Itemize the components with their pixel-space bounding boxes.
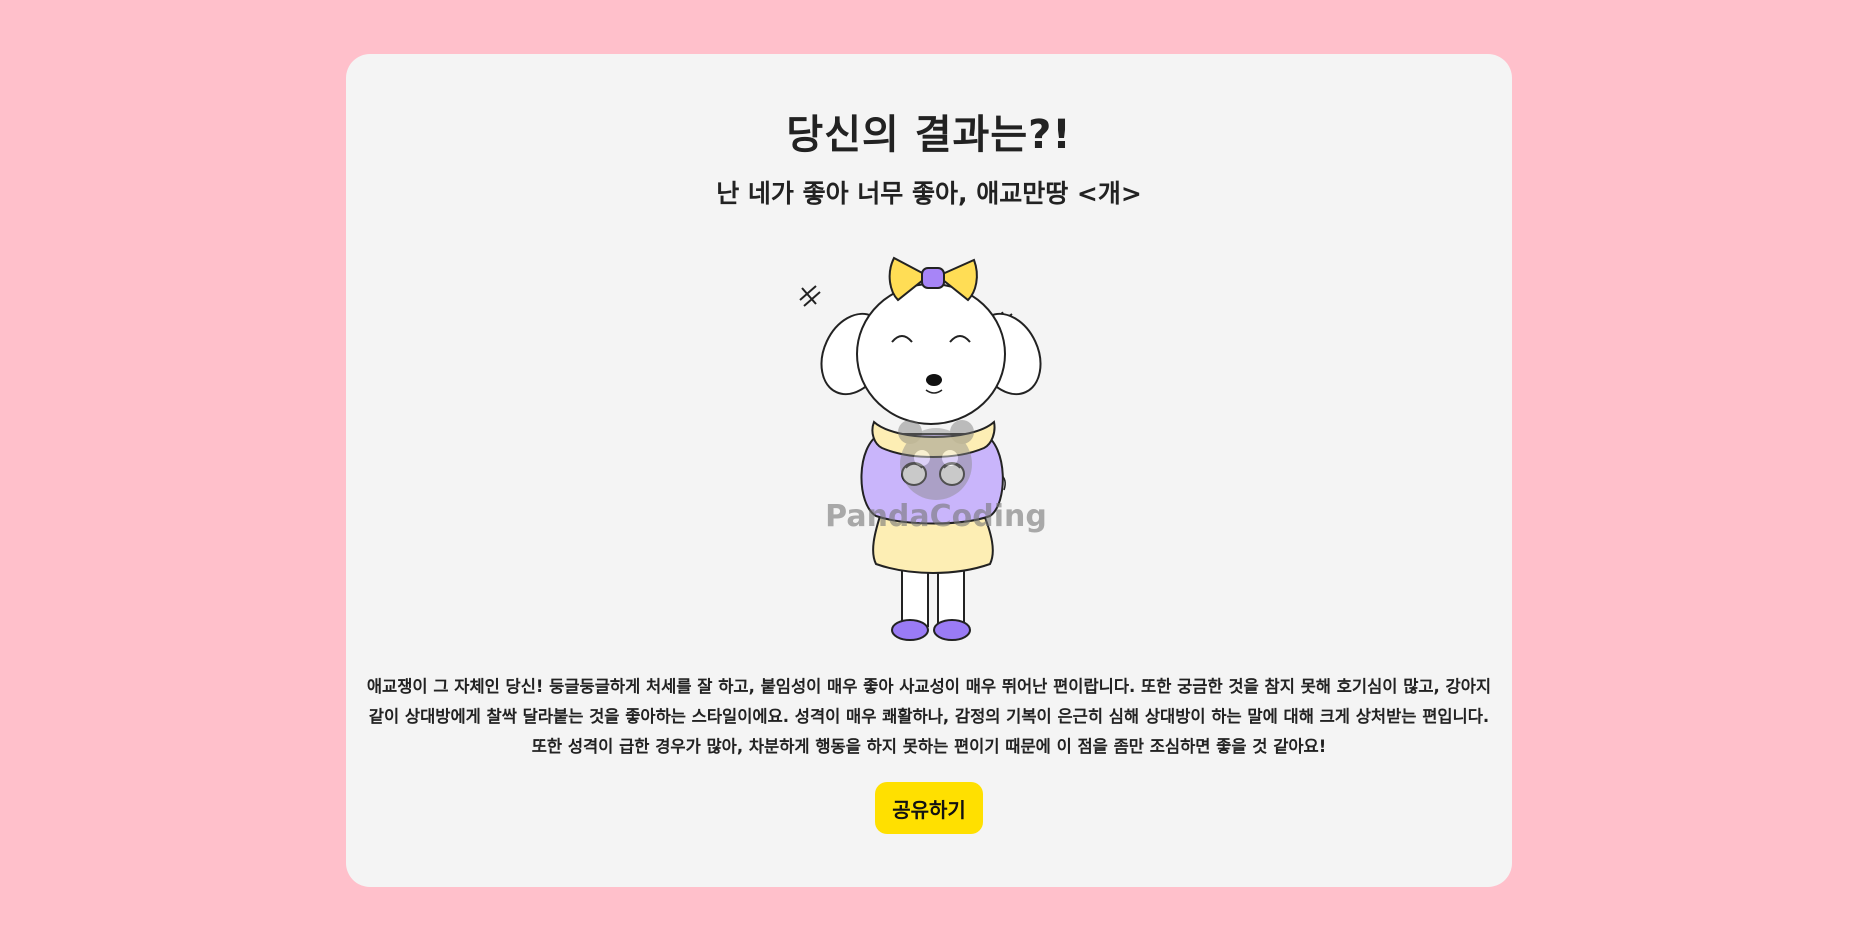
dog-right-shoe [933, 619, 971, 641]
watermark-panda-icon [898, 420, 974, 500]
result-card: 당신의 결과는?! 난 네가 좋아 너무 좋아, 애교만땅 <개> PandaC… [346, 54, 1512, 887]
result-type-title: 난 네가 좋아 너무 좋아, 애교만땅 <개> [716, 179, 1142, 208]
share-button[interactable]: 공유하기 [875, 782, 983, 834]
dog-head [856, 283, 1006, 425]
dog-nose [926, 374, 942, 386]
result-description: 애교쟁이 그 자체인 당신! 둥글둥글하게 처세를 잘 하고, 붙임성이 매우 … [366, 677, 1492, 756]
result-heading: 당신의 결과는?! [786, 112, 1072, 158]
sparkle-left-icon [799, 285, 821, 307]
watermark-text: PandaCoding [825, 499, 1047, 534]
dog-character-illustration: PandaCoding [799, 256, 1047, 641]
dog-left-shoe [891, 619, 929, 641]
